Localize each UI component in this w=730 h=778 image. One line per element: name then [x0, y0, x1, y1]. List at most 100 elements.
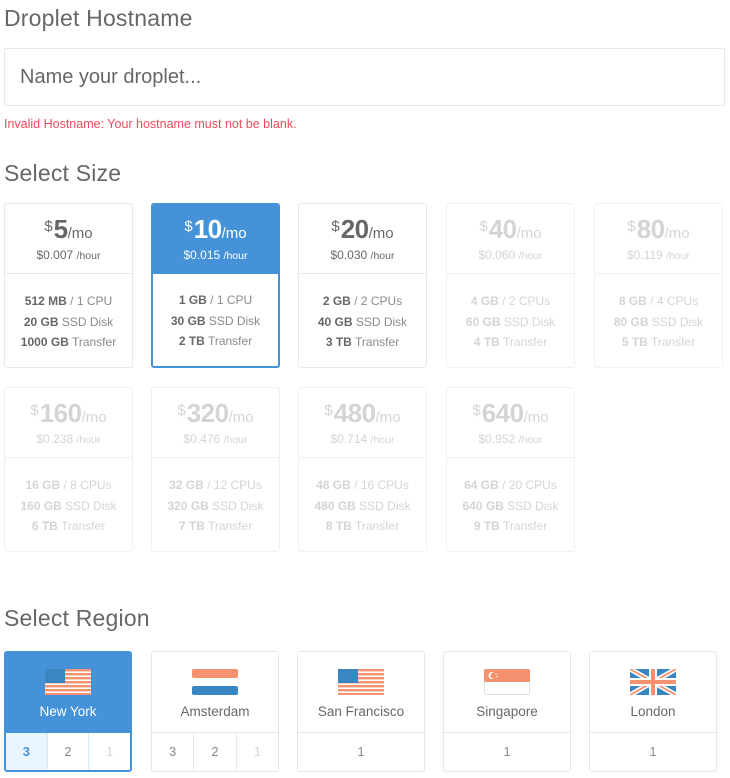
- price-amount: 640: [481, 398, 524, 428]
- spec-memory-cpu: 2 GB / 2 CPUs: [322, 294, 403, 308]
- region-option-new-york[interactable]: New York 3 2 1: [4, 651, 132, 772]
- hourly-amount: $0.030: [330, 248, 368, 262]
- region-header: Singapore: [444, 652, 570, 733]
- spec-transfer-amount: 4 TB: [473, 335, 500, 349]
- datacenter-option-1[interactable]: 1: [237, 733, 278, 771]
- spec-transfer-label: Transfer: [207, 519, 253, 533]
- hourly-price: $0.714 /hour: [299, 432, 426, 446]
- per-month-label: /mo: [516, 225, 542, 242]
- hourly-price: $0.015 /hour: [153, 248, 278, 262]
- monthly-price: $320/mo: [152, 400, 279, 431]
- spec-transfer: 2 TB Transfer: [153, 331, 278, 352]
- spec-cpu: 4 CPUs: [656, 294, 699, 308]
- hourly-price: $0.030 /hour: [299, 248, 426, 262]
- datacenter-option-2[interactable]: 2: [194, 733, 237, 771]
- region-name: New York: [39, 704, 97, 719]
- price-area: $640/mo $0.952 /hour: [447, 388, 574, 458]
- size-option-640: $640/mo $0.952 /hour 64 GB / 20 CPUs 640 GB…: [446, 387, 575, 552]
- datacenter-option-2[interactable]: 2: [48, 733, 90, 770]
- size-option-160: $160/mo $0.238 /hour 16 GB / 8 CPUs 160 GB …: [4, 387, 133, 552]
- per-hour-label: /hour: [518, 434, 543, 446]
- spec-disk: 60 GB SSD Disk: [447, 312, 574, 333]
- monthly-price: $10/mo: [153, 216, 278, 247]
- per-month-label: /mo: [221, 225, 247, 242]
- hourly-amount: $0.119: [626, 248, 663, 262]
- spec-ram: 1 GB: [178, 293, 207, 307]
- per-hour-label: /hour: [518, 250, 543, 262]
- spec-cpu: 1 CPU: [76, 294, 113, 308]
- price-area: $20/mo $0.030 /hour: [299, 204, 426, 274]
- spec-transfer-amount: 7 TB: [178, 519, 205, 533]
- hourly-price: $0.952 /hour: [447, 432, 574, 446]
- spec-disk-size: 320 GB: [167, 498, 209, 513]
- currency-symbol: $: [44, 218, 53, 235]
- region-option-london[interactable]: London 1: [589, 651, 717, 772]
- spec-ram: 32 GB: [169, 478, 204, 492]
- per-month-label: /mo: [375, 409, 401, 426]
- spec-disk-size: 30 GB: [170, 313, 206, 328]
- region-option-amsterdam[interactable]: Amsterdam 3 2 1: [151, 651, 279, 772]
- datacenter-option-1[interactable]: 1: [298, 733, 424, 771]
- spec-transfer-amount: 8 TB: [325, 519, 352, 533]
- nl-flag-icon: [192, 669, 238, 695]
- per-hour-label: /hour: [223, 434, 248, 446]
- spec-disk: 40 GB SSD Disk: [299, 312, 426, 333]
- monthly-price: $160/mo: [5, 400, 132, 431]
- datacenter-option-3[interactable]: 3: [152, 733, 195, 771]
- spec-transfer-label: Transfer: [502, 335, 548, 349]
- spec-ram: 4 GB: [470, 294, 499, 308]
- size-option-80: $80/mo $0.119 /hour 8 GB / 4 CPUs 80 GB SSD…: [594, 203, 723, 368]
- spec-transfer-label: Transfer: [207, 334, 253, 348]
- datacenter-option-1[interactable]: 1: [89, 733, 130, 770]
- datacenter-selector: 1: [444, 733, 570, 771]
- price-amount: 320: [186, 398, 229, 428]
- hourly-price: $0.007 /hour: [5, 248, 132, 262]
- spec-disk-label: SSD Disk: [507, 498, 559, 513]
- per-month-label: /mo: [228, 409, 254, 426]
- spec-disk: 30 GB SSD Disk: [153, 311, 278, 332]
- spec-disk-label: SSD Disk: [61, 314, 114, 329]
- monthly-price: $480/mo: [299, 400, 426, 431]
- spec-transfer-label: Transfer: [71, 335, 117, 349]
- per-month-label: /mo: [523, 409, 549, 426]
- per-hour-label: /hour: [76, 434, 101, 446]
- spec-transfer-amount: 1000 GB: [20, 335, 69, 349]
- spec-disk-label: SSD Disk: [212, 498, 264, 513]
- spec-transfer: 8 TB Transfer: [299, 516, 426, 537]
- monthly-price: $20/mo: [299, 216, 426, 247]
- spec-memory-cpu: 32 GB / 12 CPUs: [169, 478, 262, 492]
- spec-disk-size: 480 GB: [314, 498, 356, 513]
- hostname-input[interactable]: [4, 48, 725, 106]
- region-option-singapore[interactable]: Singapore 1: [443, 651, 571, 772]
- datacenter-option-1[interactable]: 1: [444, 733, 570, 771]
- size-option-5[interactable]: $5/mo $0.007 /hour 512 MB / 1 CPU 20 GB SSD…: [4, 203, 133, 368]
- datacenter-option-3[interactable]: 3: [6, 733, 48, 770]
- spec-transfer-amount: 6 TB: [31, 519, 58, 533]
- region-section-title: Select Region: [4, 605, 150, 631]
- spec-ram: 64 GB: [464, 478, 499, 492]
- spec-transfer: 9 TB Transfer: [447, 516, 574, 537]
- plan-specs: 48 GB / 16 CPUs 480 GB SSD Disk 8 TB Trans…: [299, 458, 426, 537]
- spec-memory-cpu: 16 GB / 8 CPUs: [25, 478, 112, 492]
- price-area: $80/mo $0.119 /hour: [595, 204, 722, 274]
- monthly-price: $80/mo: [595, 216, 722, 247]
- monthly-price: $640/mo: [447, 400, 574, 431]
- spec-ram: 16 GB: [25, 478, 61, 492]
- spec-transfer-label: Transfer: [60, 519, 106, 533]
- currency-symbol: $: [184, 218, 193, 235]
- per-month-label: /mo: [664, 225, 690, 242]
- hourly-amount: $0.060: [478, 248, 516, 262]
- spec-transfer: 1000 GB Transfer: [5, 332, 132, 353]
- spec-memory-cpu: 64 GB / 20 CPUs: [464, 478, 557, 492]
- spec-cpu: 20 CPUs: [508, 478, 557, 492]
- size-option-10[interactable]: $10/mo $0.015 /hour 1 GB / 1 CPU 30 GB SSD …: [151, 203, 280, 368]
- plan-specs: 8 GB / 4 CPUs 80 GB SSD Disk 5 TB Transfer: [595, 274, 722, 353]
- spec-transfer-label: Transfer: [502, 519, 548, 533]
- region-name: San Francisco: [317, 704, 405, 719]
- spec-disk-label: SSD Disk: [359, 498, 411, 513]
- datacenter-option-1[interactable]: 1: [590, 733, 716, 771]
- spec-cpu: 12 CPUs: [213, 478, 262, 492]
- size-option-20[interactable]: $20/mo $0.030 /hour 2 GB / 2 CPUs 40 GB SSD…: [298, 203, 427, 368]
- spec-ram: 48 GB: [316, 478, 351, 492]
- region-option-san-francisco[interactable]: San Francisco 1: [297, 651, 425, 772]
